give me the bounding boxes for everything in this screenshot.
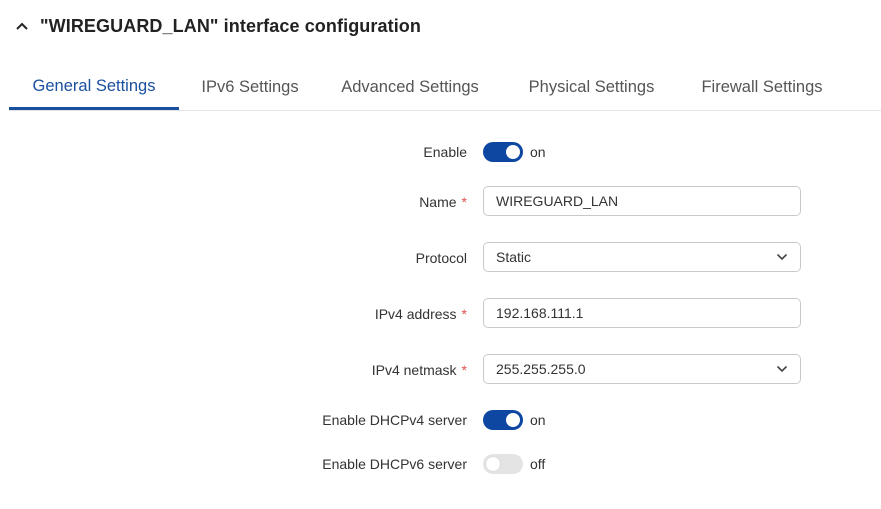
ipv4-address-input[interactable]: 192.168.111.1 <box>483 298 801 328</box>
enable-state: on <box>530 144 546 160</box>
row-enable: Enable on <box>0 136 881 168</box>
name-input[interactable]: WIREGUARD_LAN <box>483 186 801 216</box>
required-mark: * <box>461 362 467 378</box>
enable-label: Enable <box>423 144 467 160</box>
ipv4-address-label: IPv4 address * <box>374 306 467 322</box>
dhcpv6-toggle-group: off <box>483 448 545 480</box>
chevron-up-icon[interactable] <box>14 18 30 34</box>
name-label: Name * <box>419 194 467 210</box>
dhcpv6-state: off <box>530 456 546 472</box>
tab-firewall-settings[interactable]: Firewall Settings <box>691 66 833 108</box>
row-protocol: Protocol Static <box>0 242 881 274</box>
ipv4-netmask-label: IPv4 netmask * <box>371 362 467 378</box>
enable-toggle-group: on <box>483 136 546 168</box>
row-dhcpv4: Enable DHCPv4 server on <box>0 404 881 436</box>
dhcpv4-label: Enable DHCPv4 server <box>322 412 467 428</box>
section-header: "WIREGUARD_LAN" interface configuration <box>14 12 421 40</box>
required-mark: * <box>461 306 467 322</box>
row-ipv4-address: IPv4 address * 192.168.111.1 <box>0 298 881 330</box>
dhcpv4-state: on <box>530 412 546 428</box>
tab-ipv6-settings[interactable]: IPv6 Settings <box>189 66 311 108</box>
tab-advanced-settings[interactable]: Advanced Settings <box>335 66 485 108</box>
dhcpv4-toggle[interactable] <box>483 410 523 430</box>
page-title: "WIREGUARD_LAN" interface configuration <box>40 15 421 36</box>
tab-physical-settings[interactable]: Physical Settings <box>519 66 664 108</box>
row-name: Name * WIREGUARD_LAN <box>0 186 881 218</box>
dhcpv6-toggle[interactable] <box>483 454 523 474</box>
chevron-down-icon <box>776 253 788 261</box>
dhcpv6-label: Enable DHCPv6 server <box>322 456 467 472</box>
tab-bar: General Settings IPv6 Settings Advanced … <box>9 66 881 111</box>
row-dhcpv6: Enable DHCPv6 server off <box>0 448 881 480</box>
protocol-select[interactable]: Static <box>483 242 801 272</box>
chevron-down-icon <box>776 365 788 373</box>
row-ipv4-netmask: IPv4 netmask * 255.255.255.0 <box>0 354 881 386</box>
enable-toggle[interactable] <box>483 142 523 162</box>
required-mark: * <box>461 194 467 210</box>
protocol-label: Protocol <box>415 250 467 266</box>
dhcpv4-toggle-group: on <box>483 404 546 436</box>
ipv4-netmask-select[interactable]: 255.255.255.0 <box>483 354 801 384</box>
tab-general-settings[interactable]: General Settings <box>9 66 179 110</box>
